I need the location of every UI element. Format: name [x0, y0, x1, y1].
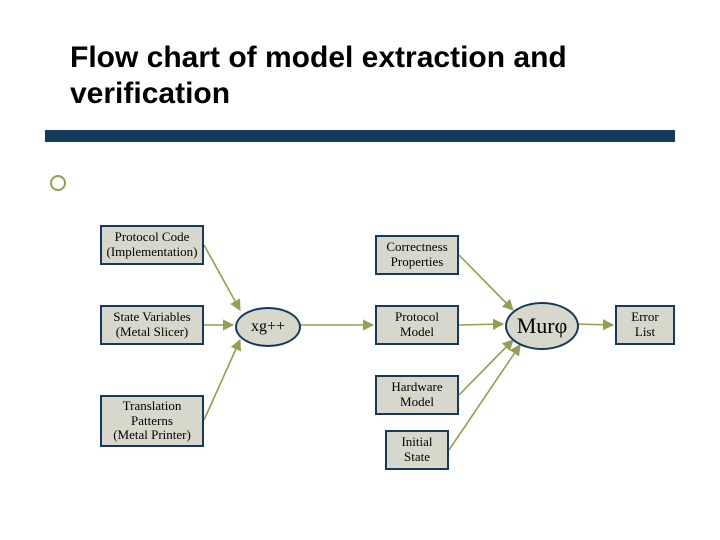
- bullet-icon: [50, 175, 66, 191]
- node-correctness-properties: CorrectnessProperties: [375, 235, 459, 275]
- slide-title: Flow chart of model extraction and verif…: [70, 40, 670, 112]
- node-state-variables: State Variables(Metal Slicer): [100, 305, 204, 345]
- node-initial-state: InitialState: [385, 430, 449, 470]
- node-translation-patterns: TranslationPatterns(Metal Printer): [100, 395, 204, 447]
- node-mur: Murφ: [505, 302, 579, 350]
- label: CorrectnessProperties: [386, 240, 447, 270]
- node-hardware-model: HardwareModel: [375, 375, 459, 415]
- label: HardwareModel: [391, 380, 442, 410]
- node-protocol-code: Protocol Code(Implementation): [100, 225, 204, 265]
- label: InitialState: [401, 435, 432, 465]
- title-underline: [45, 130, 675, 142]
- node-error-list: ErrorList: [615, 305, 675, 345]
- label: TranslationPatterns(Metal Printer): [113, 399, 191, 444]
- node-protocol-model: ProtocolModel: [375, 305, 459, 345]
- label: State Variables(Metal Slicer): [113, 310, 190, 340]
- label: Protocol Code(Implementation): [107, 230, 198, 260]
- label: ErrorList: [631, 310, 658, 340]
- node-xgpp: xg++: [235, 307, 301, 347]
- label: xg++: [251, 318, 285, 336]
- label: Murφ: [517, 313, 568, 339]
- label: ProtocolModel: [395, 310, 439, 340]
